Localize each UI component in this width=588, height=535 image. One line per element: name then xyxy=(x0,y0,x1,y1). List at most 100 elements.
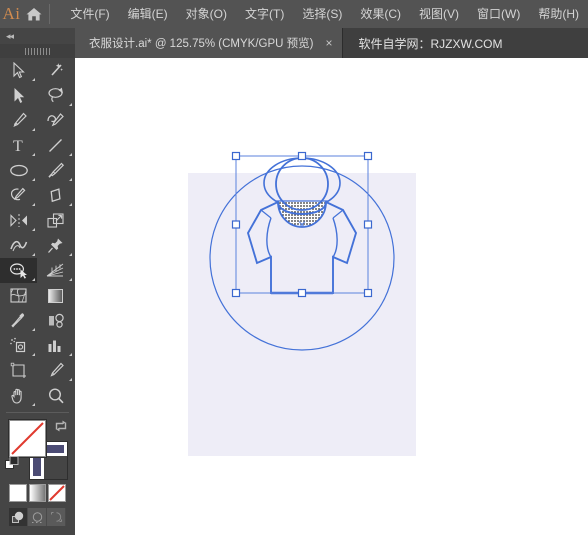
reflect-tool[interactable] xyxy=(0,208,37,233)
flyout-indicator-icon xyxy=(69,203,72,206)
illustrator-window: Ai 文件(F) 编辑(E) 对象(O) 文字(T) 选择(S) 效果(C) 视… xyxy=(0,0,588,535)
left-sleeve-seam xyxy=(266,217,272,258)
mesh-tool[interactable] xyxy=(0,283,37,308)
chevron-double-left-icon: ◂◂ xyxy=(6,30,14,41)
flyout-indicator-icon xyxy=(32,278,35,281)
toolbar-drag-handle[interactable] xyxy=(0,44,75,58)
hand-tool[interactable] xyxy=(0,383,37,408)
color-mode-swatches xyxy=(0,480,75,502)
flyout-indicator-icon xyxy=(32,253,35,256)
canvas-area[interactable] xyxy=(75,58,588,535)
pen-tool[interactable] xyxy=(0,108,37,133)
scale-tool[interactable] xyxy=(37,208,74,233)
close-icon[interactable]: × xyxy=(325,37,332,49)
type-tool[interactable]: T xyxy=(0,133,37,158)
selection-tool[interactable] xyxy=(0,58,37,83)
menu-file[interactable]: 文件(F) xyxy=(61,3,118,25)
magic-wand-tool[interactable] xyxy=(37,58,74,83)
none-slash-icon xyxy=(11,422,44,455)
menu-divider xyxy=(48,4,50,24)
menu-view[interactable]: 视图(V) xyxy=(410,3,468,25)
handle-bottom-right[interactable] xyxy=(363,288,373,298)
flyout-indicator-icon xyxy=(32,228,35,231)
flyout-indicator-icon xyxy=(32,178,35,181)
gradient-swatch[interactable] xyxy=(28,484,46,502)
shape-builder-tool[interactable] xyxy=(0,258,37,283)
width-tool[interactable] xyxy=(0,233,37,258)
outer-circle-shape xyxy=(209,165,395,351)
menu-item-list: 文件(F) 编辑(E) 对象(O) 文字(T) 选择(S) 效果(C) 视图(V… xyxy=(61,3,588,25)
draw-inside-mode[interactable] xyxy=(47,508,66,526)
flyout-indicator-icon xyxy=(32,153,35,156)
swap-fill-stroke-icon[interactable] xyxy=(53,418,69,434)
document-tab-bar: ◂◂ 衣服设计.ai* @ 125.75% (CMYK/GPU 预览) × 软件… xyxy=(0,28,588,58)
menu-edit[interactable]: 编辑(E) xyxy=(119,3,177,25)
artboard-tool[interactable] xyxy=(0,358,37,383)
handle-bottom-left[interactable] xyxy=(231,288,241,298)
menu-bar: Ai 文件(F) 编辑(E) 对象(O) 文字(T) 选择(S) 效果(C) 视… xyxy=(0,0,588,28)
flyout-indicator-icon xyxy=(69,378,72,381)
flyout-indicator-icon xyxy=(69,278,72,281)
menu-select[interactable]: 选择(S) xyxy=(293,3,351,25)
grip-dots-icon xyxy=(24,47,51,55)
eraser-tool[interactable] xyxy=(37,183,74,208)
shaper-tool[interactable] xyxy=(0,183,37,208)
gradient-tool[interactable] xyxy=(37,283,74,308)
fill-swatch[interactable] xyxy=(9,420,46,457)
ellipse-tool[interactable] xyxy=(0,158,37,183)
handle-middle-right[interactable] xyxy=(363,220,373,229)
flyout-indicator-icon xyxy=(32,353,35,356)
column-graph-tool[interactable] xyxy=(37,333,74,358)
fill-stroke-control xyxy=(0,418,75,480)
symbol-sprayer-tool[interactable] xyxy=(0,333,37,358)
menu-effect[interactable]: 效果(C) xyxy=(351,3,410,25)
direct-selection-tool[interactable] xyxy=(0,83,37,108)
left-shoulder-line xyxy=(260,209,272,219)
menu-object[interactable]: 对象(O) xyxy=(177,3,236,25)
document-tab[interactable]: 衣服设计.ai* @ 125.75% (CMYK/GPU 预览) × xyxy=(75,28,343,58)
blend-tool[interactable] xyxy=(37,308,74,333)
flyout-indicator-icon xyxy=(69,153,72,156)
right-shoulder-line xyxy=(332,209,344,219)
line-segment-tool[interactable] xyxy=(37,133,74,158)
panel-collapse-button[interactable]: ◂◂ xyxy=(0,28,75,44)
right-sleeve-seam xyxy=(332,217,338,258)
slice-tool[interactable] xyxy=(37,358,74,383)
flyout-indicator-icon xyxy=(32,328,35,331)
curvature-tool[interactable] xyxy=(37,108,74,133)
menu-type[interactable]: 文字(T) xyxy=(236,3,293,25)
tools-panel: T xyxy=(0,58,75,535)
flyout-indicator-icon xyxy=(69,253,72,256)
tool-grid: T xyxy=(0,58,75,408)
free-transform-tool[interactable] xyxy=(37,233,74,258)
flyout-indicator-icon xyxy=(69,103,72,106)
tab-strip: 衣服设计.ai* @ 125.75% (CMYK/GPU 预览) × 软件自学网… xyxy=(75,28,588,58)
flyout-indicator-icon xyxy=(32,403,35,406)
artwork-layer xyxy=(209,151,395,351)
color-swatch[interactable] xyxy=(9,484,27,502)
draw-mode-group xyxy=(9,508,66,526)
menu-help[interactable]: 帮助(H) xyxy=(529,3,588,25)
zoom-tool[interactable] xyxy=(37,383,74,408)
watermark-text: 软件自学网：RJZXW.COM xyxy=(358,36,503,51)
ai-logo-icon: Ai xyxy=(2,4,21,23)
toolbar-divider xyxy=(0,408,75,416)
home-icon[interactable] xyxy=(23,0,45,28)
eyedropper-tool[interactable] xyxy=(0,308,37,333)
handle-top-right[interactable] xyxy=(363,151,373,161)
none-swatch[interactable] xyxy=(48,484,66,502)
lasso-tool[interactable] xyxy=(37,83,74,108)
document-tab-label: 衣服设计.ai* @ 125.75% (CMYK/GPU 预览) xyxy=(89,38,314,50)
menu-window[interactable]: 窗口(W) xyxy=(468,3,529,25)
flyout-indicator-icon xyxy=(32,128,35,131)
flyout-indicator-icon xyxy=(69,353,72,356)
handle-top-center[interactable] xyxy=(297,151,307,161)
handle-middle-left[interactable] xyxy=(231,220,241,229)
handle-bottom-center[interactable] xyxy=(297,288,307,298)
handle-top-left[interactable] xyxy=(231,151,241,161)
draw-behind-mode[interactable] xyxy=(28,508,47,526)
draw-normal-mode[interactable] xyxy=(9,508,28,526)
perspective-grid-tool[interactable] xyxy=(37,258,74,283)
paintbrush-tool[interactable] xyxy=(37,158,74,183)
default-fill-stroke-icon[interactable] xyxy=(5,456,20,471)
